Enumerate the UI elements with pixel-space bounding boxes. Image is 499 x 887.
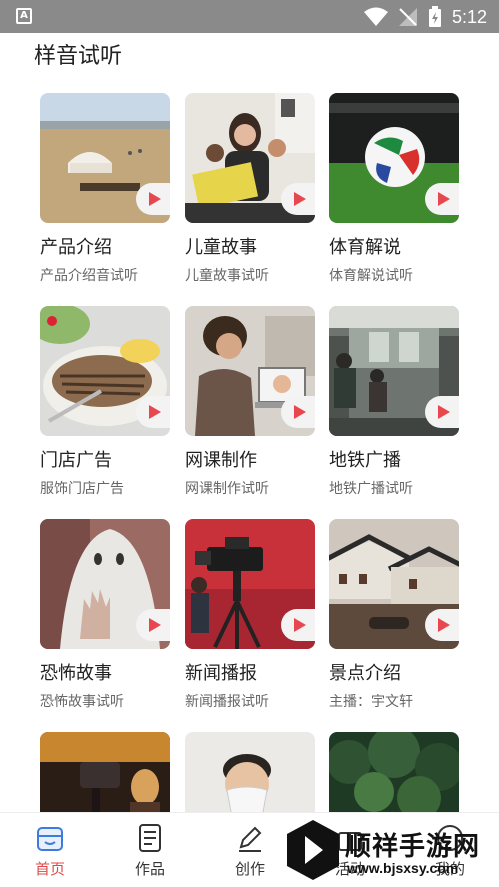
card-title: 景点介绍 — [329, 663, 401, 684]
card-subtitle: 主播：宇文轩 — [329, 694, 413, 710]
card-subtitle: 服饰门店广告 — [40, 481, 124, 497]
watermark-text: 顺祥手游网 — [345, 832, 481, 862]
play-button[interactable] — [425, 609, 459, 641]
card-title: 产品介绍 — [40, 237, 112, 258]
card-title: 恐怖故事 — [40, 663, 112, 684]
card-title: 新闻播报 — [185, 663, 257, 684]
card-subtitle: 儿童故事试听 — [185, 268, 269, 284]
watermark-logo-icon — [287, 820, 339, 880]
play-button[interactable] — [425, 396, 459, 428]
card-subtitle: 恐怖故事试听 — [40, 694, 124, 710]
tab-works[interactable]: 作品 — [110, 813, 190, 887]
play-button[interactable] — [281, 609, 315, 641]
tab-works-label: 作品 — [134, 860, 165, 878]
home-icon — [37, 827, 63, 851]
card-subtitle: 地铁广播试听 — [329, 481, 413, 497]
document-icon — [139, 824, 161, 852]
play-button[interactable] — [281, 396, 315, 428]
play-button[interactable] — [136, 396, 170, 428]
tab-home[interactable]: 首页 — [10, 813, 90, 887]
card-subtitle: 网课制作试听 — [185, 481, 269, 497]
card-subtitle: 体育解说试听 — [329, 268, 413, 284]
card-title: 网课制作 — [185, 450, 257, 471]
tab-create-label: 创作 — [234, 860, 265, 878]
play-button[interactable] — [425, 183, 459, 215]
tab-home-label: 首页 — [34, 860, 65, 878]
watermark-url: www.bjsxsy.com — [347, 860, 459, 876]
card-subtitle: 产品介绍音试听 — [40, 268, 138, 284]
card-title: 门店广告 — [40, 450, 112, 471]
tab-create[interactable]: 创作 — [210, 813, 290, 887]
card-title: 体育解说 — [329, 237, 401, 258]
play-button[interactable] — [136, 609, 170, 641]
pencil-icon — [239, 826, 262, 852]
card-subtitle: 新闻播报试听 — [185, 694, 269, 710]
card-title: 儿童故事 — [185, 237, 257, 258]
play-button[interactable] — [136, 183, 170, 215]
watermark: 顺祥手游网 www.bjsxsy.com — [285, 818, 499, 887]
play-button[interactable] — [281, 183, 315, 215]
card-title: 地铁广播 — [329, 450, 401, 471]
sample-grid: 产品介绍 产品介绍音试听 儿童故事 儿童故事试听 体育解说 体育解说试听 门店广… — [0, 0, 499, 887]
